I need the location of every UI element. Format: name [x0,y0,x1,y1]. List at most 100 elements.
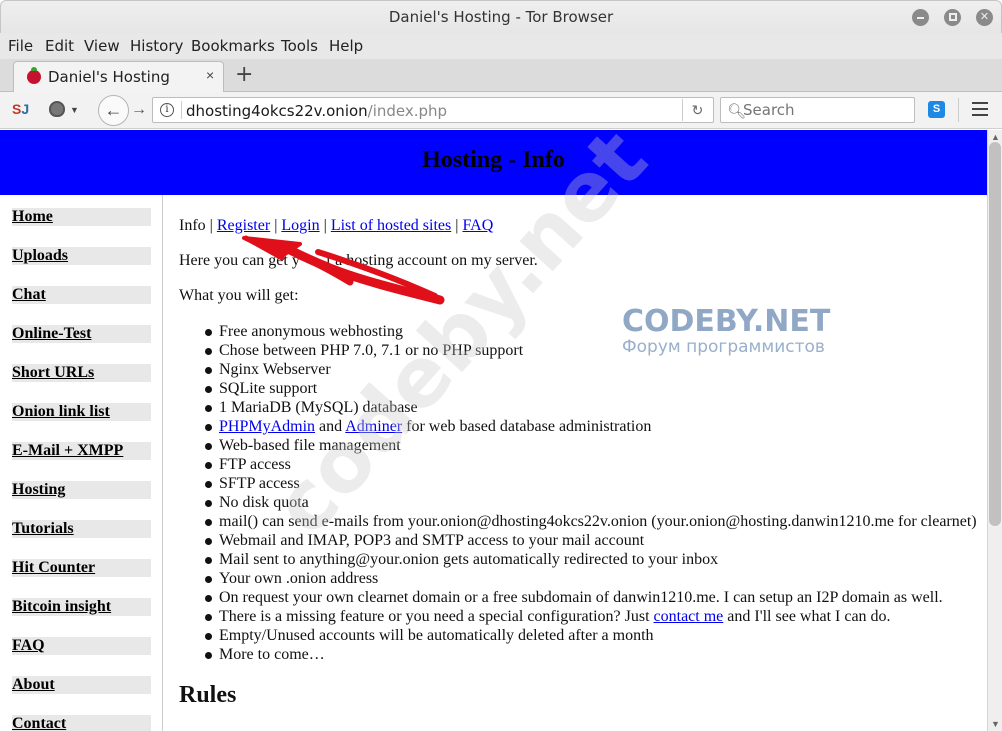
list-item: Chose between PHP 7.0, 7.1 or no PHP sup… [179,341,977,360]
page-scrollbar[interactable]: ▲ ▼ [987,130,1002,731]
contact-me-link[interactable]: contact me [654,608,724,625]
tab-close-icon[interactable]: × [206,67,214,83]
page-title: Hosting - Info [422,147,565,173]
intro-text: Here you can get y f a hosting account on… [179,252,538,270]
login-link[interactable]: Login [281,217,319,234]
site-info-icon[interactable]: i [160,103,174,117]
menu-bookmarks[interactable]: Bookmarks [191,37,275,55]
features-heading: What you will get: [179,287,299,304]
breadcrumb-current: Info [179,217,206,234]
url-host: dhosting4okcs22v.onion [186,102,368,120]
sidebar-item-contact[interactable]: Contact [12,715,151,731]
menu-help[interactable]: Help [329,37,363,55]
url-bar[interactable]: i dhosting4okcs22v.onion/index.php ↻ [152,97,714,123]
url-path: /index.php [367,102,448,120]
reload-icon: ↻ [691,102,704,118]
sidebar-item-email-xmpp[interactable]: E-Mail + XMPP [12,442,151,460]
sidebar-item-uploads[interactable]: Uploads [12,247,151,265]
url-text[interactable]: dhosting4okcs22v.onion/index.php [186,102,447,120]
navigation-toolbar: SJ ▼ ← → i dhosting4okcs22v.onion/index.… [0,92,1002,129]
list-item: More to come… [179,645,977,664]
sidebar-item-hit-counter[interactable]: Hit Counter [12,559,151,577]
list-item: There is a missing feature or you need a… [179,607,977,626]
list-item: SFTP access [179,474,977,493]
chevron-down-icon[interactable]: ▼ [70,105,79,115]
hamburger-menu-icon[interactable] [972,102,988,116]
list-item: SQLite support [179,379,977,398]
page-header: Hosting - Info [0,130,987,195]
menu-bar: File Edit View History Bookmarks Tools H… [0,33,1002,59]
breadcrumb-separator: | [323,217,327,234]
list-item: Webmail and IMAP, POP3 and SMTP access t… [179,531,977,550]
register-link[interactable]: Register [217,217,270,234]
sidebar-item-chat[interactable]: Chat [12,286,151,304]
breadcrumb-separator: | [209,217,213,234]
menu-view[interactable]: View [84,37,120,55]
menu-tools[interactable]: Tools [281,37,318,55]
maximize-button[interactable] [944,9,961,26]
back-button[interactable]: ← [98,95,129,126]
menu-file[interactable]: File [8,37,33,55]
window-title: Daniel's Hosting - Tor Browser [388,8,614,26]
adminer-link[interactable]: Adminer [345,418,402,435]
list-item: Empty/Unused accounts will be automatica… [179,626,977,645]
list-item-text: There is a missing feature or you need a… [219,608,654,625]
intro-text-end: f a hosting account on my server. [325,252,538,269]
toolbar-divider [958,98,959,122]
sidebar-item-onion-link-list[interactable]: Onion link list [12,403,151,421]
search-input[interactable] [743,100,908,120]
search-box[interactable]: 🔍︎ [720,97,915,123]
forward-button[interactable]: → [131,101,147,119]
sidebar-item-faq[interactable]: FAQ [12,637,151,655]
list-item: PHPMyAdmin and Adminer for web based dat… [179,417,977,436]
list-item: Nginx Webserver [179,360,977,379]
breadcrumb-separator: | [274,217,278,234]
intro-text-start: Here you can get y [179,252,300,269]
menu-edit[interactable]: Edit [45,37,74,55]
breadcrumb-separator: | [455,217,459,234]
phpmyadmin-link[interactable]: PHPMyAdmin [219,418,315,435]
list-item: No disk quota [179,493,977,512]
tab-daniels-hosting[interactable]: Daniel's Hosting × [13,61,224,92]
reload-button[interactable]: ↻ [682,99,712,121]
sidebar-item-online-test[interactable]: Online-Test [12,325,151,343]
sidebar-item-tutorials[interactable]: Tutorials [12,520,151,538]
sidebar-item-about[interactable]: About [12,676,151,694]
scroll-down-icon[interactable]: ▼ [991,719,1000,729]
sidebar-item-short-urls[interactable]: Short URLs [12,364,151,382]
breadcrumb: Info | Register | Login | List of hosted… [179,217,493,235]
list-item: FTP access [179,455,977,474]
scroll-up-icon[interactable]: ▲ [991,132,1000,142]
arrow-left-icon: ← [104,100,123,120]
sidebar-nav: Home Uploads Chat Online-Test Short URLs… [0,195,163,731]
list-item: Your own .onion address [179,569,977,588]
list-item: Web-based file management [179,436,977,455]
sidebar-item-hosting[interactable]: Hosting [12,481,151,499]
url-divider [181,101,182,119]
hosted-sites-link[interactable]: List of hosted sites [331,217,451,234]
scrollbar-thumb[interactable] [989,142,1001,526]
tor-onion-icon[interactable] [49,101,65,117]
scriptsafe-extension-icon[interactable]: SJ [12,101,29,117]
faq-link[interactable]: FAQ [462,217,493,234]
tab-title: Daniel's Hosting [48,68,170,86]
features-list: Free anonymous webhosting Chose between … [179,322,977,664]
arrow-right-icon: → [131,101,147,118]
rules-heading: Rules [179,682,237,708]
menu-history[interactable]: History [130,37,183,55]
tab-bar: Daniel's Hosting × + [0,59,1002,92]
list-item: Mail sent to anything@your.onion gets au… [179,550,977,569]
skype-extension-icon[interactable]: S [928,101,945,118]
list-item: mail() can send e-mails from your.onion@… [179,512,977,531]
new-tab-button[interactable]: + [235,62,253,87]
close-window-button[interactable]: ✕ [976,9,993,26]
list-item: 1 MariaDB (MySQL) database [179,398,977,417]
minimize-button[interactable] [912,9,929,26]
list-item-text: and I'll see what I can do. [723,608,891,625]
sidebar-item-home[interactable]: Home [12,208,151,226]
close-icon: ✕ [979,11,990,23]
maximize-icon [948,13,957,21]
sidebar-item-bitcoin-insight[interactable]: Bitcoin insight [12,598,151,616]
list-item: On request your own clearnet domain or a… [179,588,977,607]
list-item: Free anonymous webhosting [179,322,977,341]
